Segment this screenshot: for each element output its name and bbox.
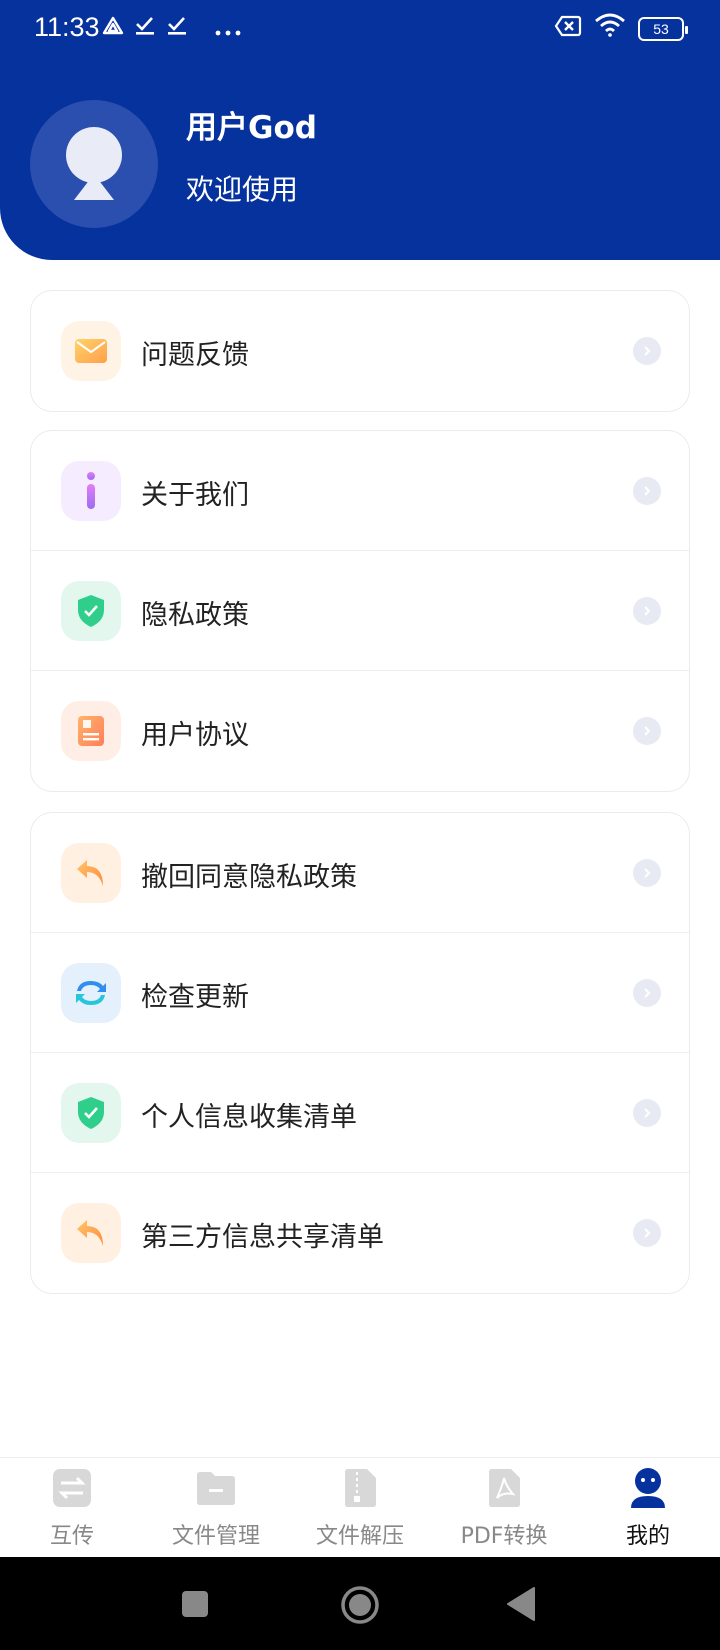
chevron-right-icon xyxy=(633,337,661,365)
chevron-right-icon xyxy=(633,979,661,1007)
menu-item-check-update[interactable]: 检查更新 xyxy=(31,933,689,1053)
folder-icon xyxy=(194,1466,238,1510)
more-icon xyxy=(214,14,242,44)
mail-icon xyxy=(61,321,121,381)
check-icon xyxy=(134,14,156,44)
profile-header: 11:33 53 用户God 欢迎使用 xyxy=(0,0,720,260)
info-icon xyxy=(61,461,121,521)
menu-item-third-party-list[interactable]: 第三方信息共享清单 xyxy=(31,1173,689,1293)
menu-item-label: 第三方信息共享清单 xyxy=(141,1222,384,1253)
menu-item-revoke-privacy[interactable]: 撤回同意隐私政策 xyxy=(31,813,689,933)
menu-card-about: 关于我们 隐私政策 用户协议 xyxy=(30,430,690,792)
tab-label: 文件管理 xyxy=(171,1524,260,1549)
pdf-icon xyxy=(482,1466,526,1510)
bottom-tab-bar: 互传 文件管理 文件解压 PDF转换 我的 xyxy=(0,1457,720,1557)
menu-item-personal-info-list[interactable]: 个人信息收集清单 xyxy=(31,1053,689,1173)
tab-mine[interactable]: 我的 xyxy=(576,1466,720,1556)
battery-icon: 53 xyxy=(638,16,688,41)
undo-icon xyxy=(61,1203,121,1263)
tab-transfer[interactable]: 互传 xyxy=(0,1466,144,1556)
chevron-right-icon xyxy=(633,717,661,745)
tab-unzip[interactable]: 文件解压 xyxy=(288,1466,432,1556)
back-button[interactable] xyxy=(506,1586,538,1626)
wifi-icon xyxy=(594,13,626,44)
profile-subtitle: 欢迎使用 xyxy=(186,173,299,206)
system-nav-bar xyxy=(0,1557,720,1650)
chevron-right-icon xyxy=(633,597,661,625)
check-icon xyxy=(166,14,188,44)
menu-item-label: 个人信息收集清单 xyxy=(141,1102,357,1133)
avatar[interactable] xyxy=(30,100,158,228)
recent-apps-button[interactable] xyxy=(181,1590,209,1622)
tab-label: PDF转换 xyxy=(460,1524,548,1549)
user-avatar-icon xyxy=(66,127,122,200)
document-icon xyxy=(61,701,121,761)
chevron-right-icon xyxy=(633,477,661,505)
menu-item-label: 用户协议 xyxy=(141,720,249,751)
menu-item-label: 检查更新 xyxy=(141,982,249,1013)
menu-item-about-us[interactable]: 关于我们 xyxy=(31,431,689,551)
undo-icon xyxy=(61,843,121,903)
menu-item-user-agreement[interactable]: 用户协议 xyxy=(31,671,689,791)
menu-item-label: 隐私政策 xyxy=(141,600,249,631)
no-sim-icon xyxy=(554,14,582,44)
profile-icon xyxy=(626,1466,670,1510)
shield-check-icon xyxy=(61,1083,121,1143)
menu-item-label: 问题反馈 xyxy=(141,340,249,371)
menu-item-feedback[interactable]: 问题反馈 xyxy=(31,291,689,411)
status-time: 11:33 xyxy=(34,12,100,42)
tab-label: 我的 xyxy=(625,1524,670,1549)
chevron-right-icon xyxy=(633,1219,661,1247)
tab-label: 文件解压 xyxy=(315,1524,404,1549)
tab-label: 互传 xyxy=(49,1524,94,1549)
home-button[interactable] xyxy=(340,1585,380,1629)
menu-item-privacy-policy[interactable]: 隐私政策 xyxy=(31,551,689,671)
menu-item-label: 关于我们 xyxy=(141,480,249,511)
tab-pdf-convert[interactable]: PDF转换 xyxy=(432,1466,576,1556)
menu-card-feedback: 问题反馈 xyxy=(30,290,690,412)
shield-check-icon xyxy=(61,581,121,641)
chevron-right-icon xyxy=(633,859,661,887)
refresh-icon xyxy=(61,963,121,1023)
status-bar: 11:33 53 xyxy=(0,0,720,56)
transfer-icon xyxy=(50,1466,94,1510)
menu-item-label: 撤回同意隐私政策 xyxy=(141,862,357,893)
menu-card-misc: 撤回同意隐私政策 检查更新 个人信息收集清单 第三方信息共享清单 xyxy=(30,812,690,1294)
tab-file-manager[interactable]: 文件管理 xyxy=(144,1466,288,1556)
drive-icon xyxy=(102,14,124,44)
profile-name: 用户God xyxy=(186,110,317,146)
zip-icon xyxy=(338,1466,382,1510)
chevron-right-icon xyxy=(633,1099,661,1127)
